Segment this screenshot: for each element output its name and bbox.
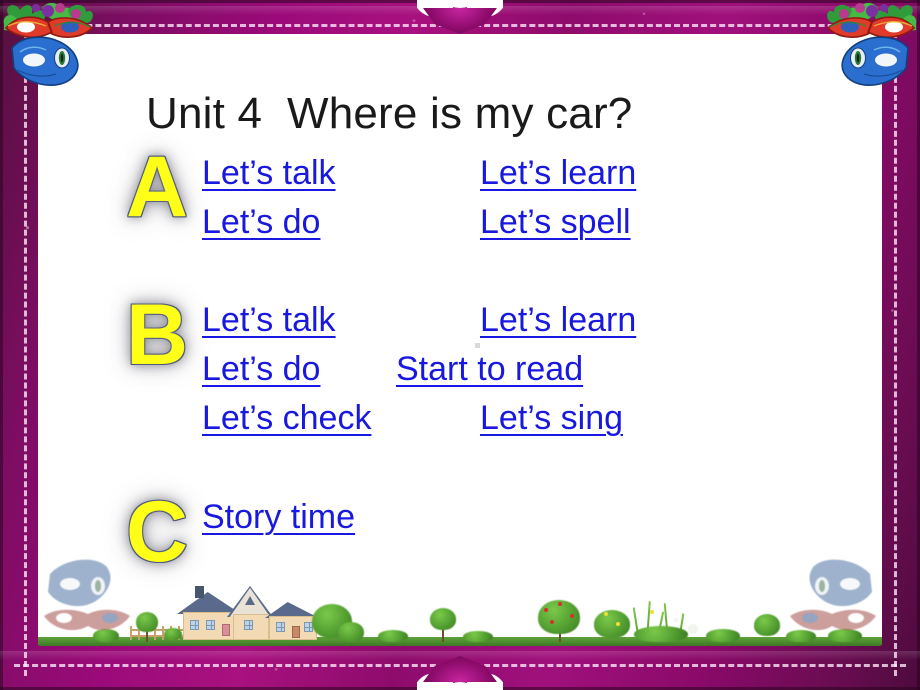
bottom-landscape-scene [38,578,882,646]
stray-marker-dot [475,343,480,348]
link-lets-learn-b[interactable]: Let’s learn [480,303,636,337]
link-lets-check-b[interactable]: Let’s check [202,401,371,435]
house-icon [173,584,328,640]
link-lets-learn-a[interactable]: Let’s learn [480,156,636,190]
link-lets-do-a[interactable]: Let’s do [202,205,320,239]
link-lets-talk-a[interactable]: Let’s talk [202,156,336,190]
link-lets-talk-b[interactable]: Let’s talk [202,303,336,337]
group-letter-c: C [126,484,189,580]
link-story-time-c[interactable]: Story time [202,500,355,534]
link-lets-do-b[interactable]: Let’s do [202,352,320,386]
link-lets-sing-b[interactable]: Let’s sing [480,401,623,435]
page-title: Unit 4 Where is my car? [146,89,633,138]
group-letter-b: B [126,287,189,383]
slide-root: Unit 4 Where is my car? A Let’s talk Let… [0,0,920,690]
slide-canvas: Unit 4 Where is my car? A Let’s talk Let… [38,34,882,646]
link-lets-spell-a[interactable]: Let’s spell [480,205,631,239]
link-start-to-read-b[interactable]: Start to read [396,352,583,386]
group-letter-a: A [126,139,189,235]
